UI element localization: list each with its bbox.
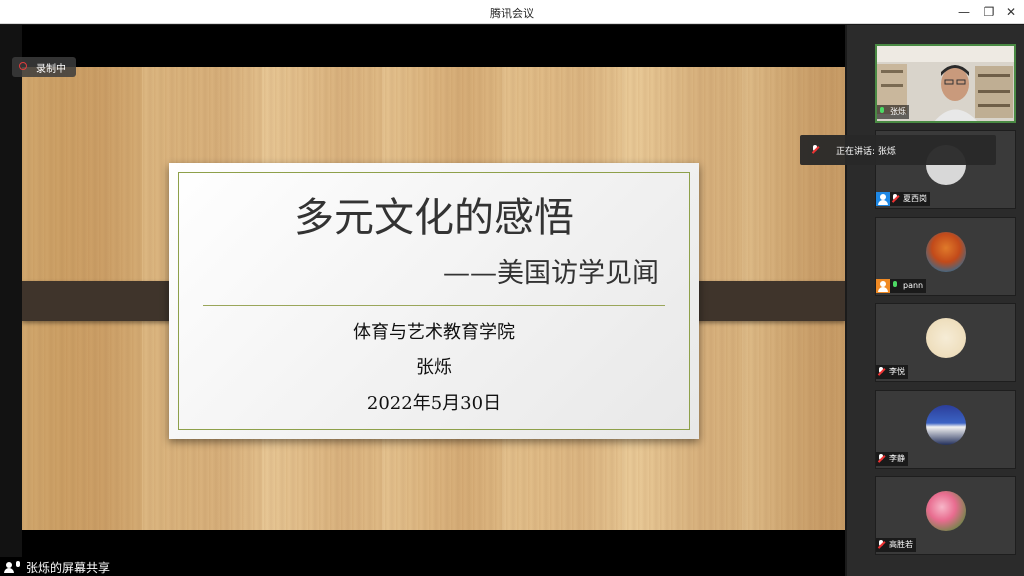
participant-name: 李静 [886, 452, 908, 466]
slide-divider [203, 305, 665, 306]
avatar [926, 405, 966, 445]
participant-name: 高胜若 [886, 538, 916, 552]
left-strip [0, 25, 22, 557]
presentation-slide: 多元文化的感悟 ——美国访学见闻 体育与艺术教育学院 张烁 2022年5月30日 [22, 67, 845, 530]
mic-on-icon [877, 105, 887, 119]
close-icon[interactable]: ✕ [1002, 3, 1020, 21]
screen-share-label: 张烁的屏幕共享 [26, 561, 111, 575]
mic-icon [13, 559, 23, 573]
slide-subtitle: ——美国访学见闻 [443, 258, 659, 289]
participant-name: 张烁 [887, 105, 909, 119]
avatar [926, 318, 966, 358]
window-title: 腾讯会议 [490, 7, 534, 20]
avatar [926, 232, 966, 272]
participant-tile[interactable]: 李悦 [875, 303, 1016, 382]
slide-title: 多元文化的感悟 [294, 195, 574, 241]
title-bar: 腾讯会议 — ❐ ✕ [0, 0, 1024, 24]
mic-icon [810, 143, 820, 157]
record-icon [19, 62, 27, 70]
slide-author: 张烁 [416, 357, 452, 378]
minimize-icon[interactable]: — [955, 3, 973, 21]
mic-muted-icon [876, 452, 886, 466]
restore-icon[interactable]: ❐ [980, 3, 998, 21]
participant-tile[interactable]: 高胜若 [875, 476, 1016, 555]
share-screen-icon [2, 560, 14, 573]
participant-name: pann [900, 279, 927, 293]
speaking-indicator: 正在讲话: 张烁 [800, 135, 996, 165]
wood-band-right [680, 281, 845, 321]
avatar [926, 491, 966, 531]
mic-muted-icon [890, 192, 900, 206]
mic-on-icon [890, 279, 900, 293]
participant-tile[interactable]: pann [875, 217, 1016, 296]
recording-badge[interactable]: 录制中 [12, 57, 76, 77]
speaking-label: 正在讲话: 张烁 [836, 147, 896, 157]
mic-muted-icon [876, 365, 886, 379]
wood-band-left [22, 281, 188, 321]
user-icon [876, 279, 890, 293]
user-icon [876, 192, 890, 206]
slide-date: 2022年5月30日 [366, 393, 502, 414]
slide-college: 体育与艺术教育学院 [353, 322, 515, 343]
screen-share-bar: 张烁的屏幕共享 [0, 557, 845, 576]
participant-name: 李悦 [886, 365, 908, 379]
participant-tile[interactable]: 张烁 [875, 44, 1016, 123]
participant-tile[interactable]: 李静 [875, 390, 1016, 469]
participant-name: 夏西岗 [900, 192, 930, 206]
slide-card: 多元文化的感悟 ——美国访学见闻 体育与艺术教育学院 张烁 2022年5月30日 [169, 163, 699, 439]
mic-muted-icon [876, 538, 886, 552]
recording-label: 录制中 [36, 64, 66, 75]
